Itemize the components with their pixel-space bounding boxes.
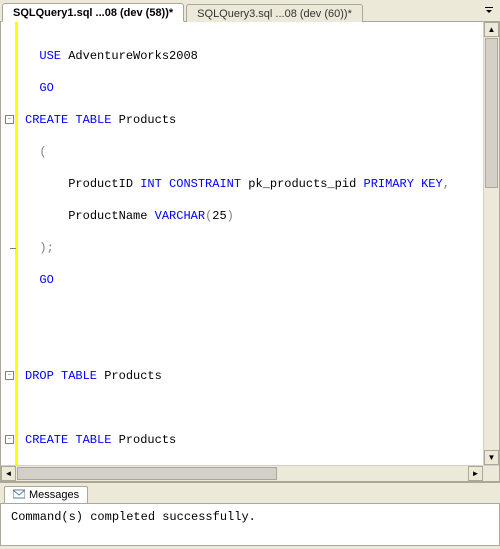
code-content[interactable]: USE AdventureWorks2008 GO -CREATE TABLE … [1, 22, 483, 465]
editor-tab-2[interactable]: SQLQuery3.sql ...08 (dev (60))* [186, 4, 363, 22]
scroll-right-button[interactable]: ► [468, 466, 483, 481]
messages-tab-label: Messages [29, 489, 79, 501]
chevron-down-icon [484, 6, 494, 16]
kw-create-table: CREATE TABLE [25, 433, 111, 447]
kw-go: GO [39, 273, 53, 287]
code-editor: USE AdventureWorks2008 GO -CREATE TABLE … [0, 22, 500, 482]
semicolon: ; [47, 241, 54, 255]
fold-toggle-icon[interactable]: - [5, 435, 14, 444]
kw-primary-key: PRIMARY KEY [364, 177, 443, 191]
fold-toggle-icon[interactable]: - [5, 371, 14, 380]
scroll-up-button[interactable]: ▲ [484, 22, 499, 37]
ident-pk: pk_products_pid [248, 177, 356, 191]
paren: ) [227, 209, 234, 223]
vertical-scroll-thumb[interactable] [485, 38, 498, 188]
kw-use: USE [39, 49, 61, 63]
messages-pane[interactable]: Command(s) completed successfully. [0, 504, 500, 546]
tab-overflow-button[interactable] [478, 4, 500, 21]
col-productid: ProductID [68, 177, 133, 191]
horizontal-scroll-thumb[interactable] [17, 467, 277, 480]
code-editor-viewport[interactable]: USE AdventureWorks2008 GO -CREATE TABLE … [1, 22, 483, 465]
paren-open: ( [39, 145, 46, 159]
ident-table: Products [104, 369, 162, 383]
kw-constraint: CONSTRAINT [169, 177, 241, 191]
col-productname: ProductName [68, 209, 147, 223]
messages-text: Command(s) completed successfully. [11, 510, 256, 524]
messages-tab[interactable]: Messages [4, 486, 88, 503]
scroll-left-button[interactable]: ◄ [1, 466, 16, 481]
type-varchar: VARCHAR [155, 209, 205, 223]
editor-tab-1[interactable]: SQLQuery1.sql ...08 (dev (58))* [2, 3, 184, 22]
kw-create-table: CREATE TABLE [25, 113, 111, 127]
kw-go: GO [39, 81, 53, 95]
type-int: INT [140, 177, 162, 191]
messages-icon [13, 489, 25, 501]
ident-table: Products [119, 433, 177, 447]
fold-toggle-icon[interactable]: - [5, 115, 14, 124]
paren-close: ) [39, 241, 46, 255]
horizontal-scrollbar[interactable]: ◄ ► [1, 465, 499, 481]
tab-bar: SQLQuery1.sql ...08 (dev (58))* SQLQuery… [0, 0, 500, 22]
results-tab-bar: Messages [0, 482, 500, 504]
scroll-down-button[interactable]: ▼ [484, 450, 499, 465]
num-25: 25 [212, 209, 226, 223]
scroll-corner [483, 466, 499, 482]
vertical-scrollbar[interactable]: ▲ ▼ [483, 22, 499, 465]
kw-drop-table: DROP TABLE [25, 369, 97, 383]
comma: , [443, 177, 450, 191]
ident-table: Products [119, 113, 177, 127]
ident-db: AdventureWorks2008 [68, 49, 198, 63]
